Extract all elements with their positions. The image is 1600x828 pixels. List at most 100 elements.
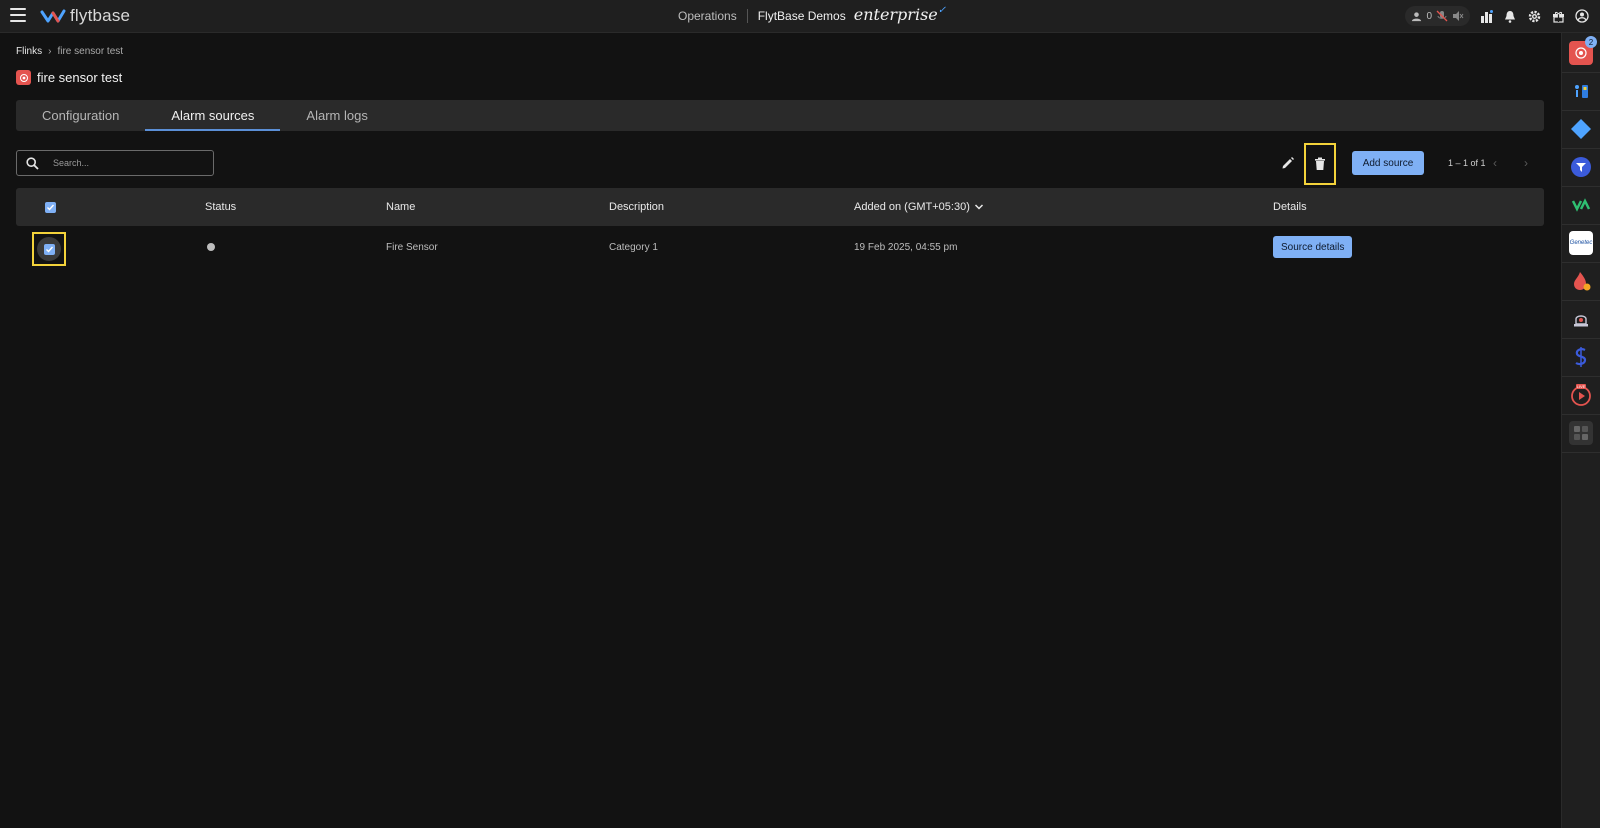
breadcrumb: Flinks › fire sensor test (16, 46, 123, 57)
user-count: 0 (1426, 10, 1432, 22)
prev-page-icon[interactable]: ‹ (1493, 156, 1497, 170)
rail-divider (1562, 452, 1600, 453)
row-details-cell: Source details (1273, 226, 1353, 268)
rail-divider (1562, 186, 1600, 187)
rail-alarm-app[interactable]: 2 (1569, 36, 1597, 65)
rail-divider (1562, 148, 1600, 149)
rail-siren-app[interactable] (1569, 307, 1593, 331)
source-details-button[interactable]: Source details (1273, 236, 1353, 258)
select-all-cell (45, 188, 56, 226)
top-bar: flytbase Operations FlytBase Demos enter… (0, 0, 1600, 33)
siren-icon (1574, 315, 1588, 327)
rail-divider (1562, 110, 1600, 111)
row-status-cell (207, 226, 215, 268)
rail-divider (1562, 338, 1600, 339)
select-all-checkbox[interactable] (45, 201, 56, 213)
search-box (16, 150, 214, 176)
row-checkbox[interactable] (43, 243, 55, 255)
check-icon (47, 204, 55, 211)
chevron-right-icon: › (48, 46, 52, 57)
rail-divider (1562, 262, 1600, 263)
center-nav: Operations FlytBase Demos enterprise✓ (678, 5, 946, 24)
va-logo-icon (1571, 198, 1591, 212)
table-row: Fire Sensor Category 1 19 Feb 2025, 04:5… (16, 226, 1544, 268)
rail-apps-grid[interactable] (1569, 421, 1593, 445)
rail-access-control-app[interactable] (1569, 79, 1593, 103)
funnel-icon (1571, 157, 1591, 177)
notification-bell-icon[interactable] (1502, 8, 1518, 24)
live-label: LIVE (1577, 384, 1586, 389)
pencil-icon (1282, 157, 1294, 169)
pagination-label: 1 – 1 of 1 (1448, 158, 1486, 168)
rail-dollar-app[interactable] (1569, 345, 1593, 369)
access-control-icon (1575, 85, 1588, 98)
apps-grid-icon (1574, 426, 1588, 440)
rail-fire-app[interactable] (1569, 269, 1593, 293)
row-name: Fire Sensor (386, 241, 438, 253)
breadcrumb-current: fire sensor test (57, 46, 124, 57)
status-dot-icon (207, 243, 215, 251)
row-added-on: 19 Feb 2025, 04:55 pm (854, 241, 958, 253)
tab-alarm-sources[interactable]: Alarm sources (145, 100, 281, 131)
add-source-button[interactable]: Add source (1352, 151, 1424, 175)
edit-button[interactable] (1280, 155, 1296, 171)
nav-divider (746, 9, 748, 23)
brand-name: flytbase (70, 6, 131, 25)
tab-bar: Configuration Alarm sources Alarm logs (16, 100, 1544, 131)
live-stream-icon: LIVE (1571, 384, 1591, 406)
speaker-off-icon[interactable] (1452, 10, 1464, 22)
chevron-down-icon (974, 204, 983, 210)
table-header: Status Name Description Added on (GMT+05… (16, 188, 1544, 226)
menu-icon[interactable] (10, 8, 26, 22)
row-checkbox-halo (37, 237, 61, 261)
mic-off-icon[interactable] (1436, 10, 1448, 22)
header-status[interactable]: Status (205, 188, 236, 226)
header-name[interactable]: Name (386, 188, 415, 226)
rail-divider (1562, 376, 1600, 377)
row-select-highlight (32, 232, 66, 266)
gift-icon[interactable] (1550, 8, 1566, 24)
rail-filter-app[interactable] (1569, 155, 1593, 179)
top-right-controls: 0 (1405, 6, 1590, 26)
header-added-on[interactable]: Added on (GMT+05:30) (854, 188, 984, 226)
rail-divider (1562, 414, 1600, 415)
notification-badge: 2 (1585, 36, 1597, 48)
edition-tick-icon: ✓ (937, 5, 947, 16)
dollar-s-icon (1575, 347, 1587, 367)
page-title-text: fire sensor test (37, 70, 123, 85)
tab-alarm-logs[interactable]: Alarm logs (280, 100, 393, 131)
search-icon (26, 156, 39, 170)
header-description[interactable]: Description (609, 188, 664, 226)
brand-logo[interactable]: flytbase (40, 6, 130, 26)
next-page-icon[interactable]: › (1524, 156, 1528, 170)
rail-divider (1562, 72, 1600, 73)
rail-va-app[interactable] (1569, 193, 1593, 217)
user-icon (1412, 11, 1422, 21)
tab-configuration[interactable]: Configuration (16, 100, 145, 131)
check-icon (45, 246, 53, 253)
account-circle-icon[interactable] (1574, 8, 1590, 24)
flytbase-logo-icon (40, 9, 66, 23)
operations-link[interactable]: Operations (678, 9, 737, 23)
rail-divider (1562, 300, 1600, 301)
header-details: Details (1273, 201, 1307, 213)
edition-text: enterprise (853, 5, 938, 24)
row-description: Category 1 (609, 241, 658, 253)
rail-live-app[interactable]: LIVE (1569, 383, 1593, 407)
rail-diamond-app[interactable] (1569, 117, 1593, 141)
org-name[interactable]: FlytBase Demos (758, 9, 846, 23)
settings-gear-icon[interactable] (1526, 8, 1542, 24)
delete-button[interactable] (1304, 143, 1336, 185)
flame-icon (1574, 272, 1591, 291)
search-input[interactable] (51, 157, 195, 169)
fire-sensor-icon (16, 70, 31, 85)
breadcrumb-flinks[interactable]: Flinks (16, 46, 42, 57)
right-app-rail: 2 Genetec LIVE (1561, 33, 1600, 828)
page-title: fire sensor test (16, 70, 122, 85)
user-status-pill[interactable]: 0 (1405, 6, 1470, 26)
header-added-on-label: Added on (GMT+05:30) (854, 201, 970, 213)
edition-label: enterprise✓ (854, 5, 946, 24)
fire-alarm-icon (1575, 47, 1587, 59)
analytics-icon[interactable] (1478, 8, 1494, 24)
rail-genetec-app[interactable]: Genetec (1569, 231, 1593, 255)
